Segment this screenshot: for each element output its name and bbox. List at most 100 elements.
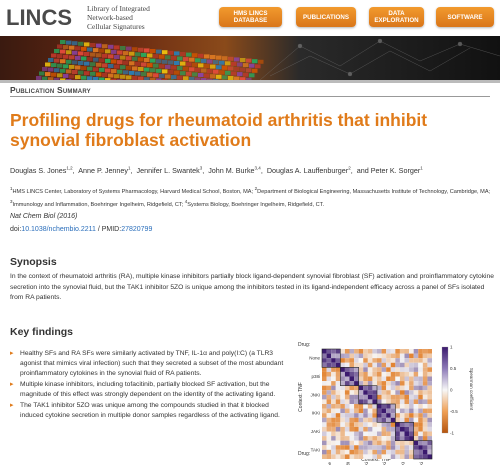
banner-cell (81, 46, 87, 51)
heatmap-cell (354, 422, 359, 427)
page-title: Profiling drugs for rheumatoid arthritis… (10, 110, 428, 150)
heatmap-cell (326, 399, 332, 404)
heatmap-cell (367, 381, 373, 386)
banner-cell (54, 49, 60, 53)
heatmap-cell (349, 353, 355, 359)
heatmap-cell (413, 431, 419, 437)
banner-cell (72, 50, 78, 55)
heatmap-cell (377, 413, 382, 418)
heatmap-cell (409, 454, 414, 459)
heatmap-cell (354, 385, 359, 391)
heatmap-cell (399, 431, 405, 437)
heatmap-cell (404, 399, 410, 404)
colorbar-tick: -0.5 (450, 409, 458, 414)
banner-cell (141, 72, 147, 77)
banner-cell (126, 56, 132, 61)
colorbar-tick: -1 (450, 431, 454, 436)
heatmap-cell (399, 413, 405, 418)
heatmap-cell (372, 413, 377, 418)
heatmap-cell (381, 449, 387, 455)
heatmap-cell (404, 408, 410, 414)
banner-cell (60, 49, 66, 54)
heatmap-cell (358, 394, 364, 400)
heatmap-cell (358, 440, 364, 446)
heatmap-cell (322, 449, 327, 455)
heatmap-cell (422, 431, 428, 437)
nav-publications[interactable]: PUBLICATIONS (296, 7, 356, 27)
banner-cell (135, 52, 141, 57)
banner-cell (168, 60, 174, 65)
heatmap-cell (409, 394, 414, 400)
heatmap-cell (354, 367, 359, 372)
banner-cell (123, 51, 129, 56)
heatmap-svg: Drug: Context: TNF Drug: Context: TNF No… (298, 342, 474, 469)
heatmap-cell (409, 404, 414, 409)
banner-cell (117, 50, 123, 55)
banner-cell (165, 74, 171, 79)
heatmap-cell (395, 449, 400, 455)
nav-software[interactable]: SOFTWARE (436, 7, 494, 27)
heatmap-cell (331, 399, 336, 404)
heatmap-cell (399, 385, 405, 391)
heatmap-cell (422, 349, 428, 354)
banner-cell (135, 71, 141, 76)
heatmap-cell (413, 413, 419, 418)
lincs-logo[interactable]: LINCS (6, 5, 72, 31)
heatmap-cell (372, 358, 377, 363)
heatmap-cell (427, 394, 432, 400)
heatmap-cell (326, 358, 332, 363)
heatmap-cell (372, 417, 377, 423)
heatmap-cell (404, 449, 410, 455)
heatmap-cell (399, 399, 405, 404)
heatmap-cell (349, 449, 355, 455)
heatmap-cell (427, 371, 432, 377)
banner-cell (69, 64, 75, 69)
colorbar-label: Spearman coefficient (469, 368, 474, 411)
banner-cell (171, 75, 177, 80)
author: Douglas S. Jones1,2, (10, 166, 79, 176)
heatmap-cell (390, 353, 396, 359)
banner-cell (237, 62, 243, 67)
heatmap-cell (395, 381, 400, 386)
heatmap-cell (413, 454, 419, 459)
nav-label: PUBLICATIONS (303, 13, 349, 21)
heatmap-cell (331, 417, 336, 423)
heatmap-cell (354, 426, 359, 432)
banner-cell (189, 67, 195, 72)
banner-cell (105, 58, 111, 63)
section-kicker: Publication Summary (10, 85, 91, 95)
pmid-link[interactable]: 27820799 (121, 226, 152, 233)
nav-hms-lincs-database[interactable]: HMS LINCS DATABASE (219, 7, 282, 27)
doi-link[interactable]: 10.1038/nchembio.2211 (21, 226, 96, 233)
heatmap-cell (335, 362, 341, 368)
heatmap-cell (427, 449, 432, 455)
heatmap-cell (354, 381, 359, 386)
banner-cell (240, 58, 246, 62)
heatmap-cell (349, 376, 355, 382)
banner-cell (231, 61, 237, 66)
heatmap-cell (404, 426, 410, 432)
heatmap-cell (326, 431, 332, 437)
banner-cell (57, 54, 63, 59)
heatmap-cell (363, 371, 368, 377)
heatmap-cell (413, 399, 419, 404)
banner-cell (120, 46, 126, 50)
banner-cell (195, 58, 201, 63)
banner-cell (198, 63, 204, 68)
heatmap-cell (386, 404, 391, 409)
heatmap-cell (344, 376, 350, 382)
heatmap-cell (418, 390, 423, 395)
heatmap-cell (404, 362, 410, 368)
banner-cell (174, 61, 180, 65)
heatmap-cell (363, 381, 368, 386)
heatmap-cell (404, 413, 410, 418)
heatmap-cell (381, 440, 387, 446)
heatmap-cell (349, 371, 355, 377)
author: Jennifer L. Swantek3, (136, 166, 209, 176)
heatmap-cell (395, 399, 400, 404)
heatmap-cell (422, 445, 428, 450)
heatmap-cell (349, 422, 355, 427)
heatmap-cell (427, 399, 432, 404)
nav-data-exploration[interactable]: DATA EXPLORATION (369, 7, 424, 27)
heatmap-cell (349, 358, 355, 363)
